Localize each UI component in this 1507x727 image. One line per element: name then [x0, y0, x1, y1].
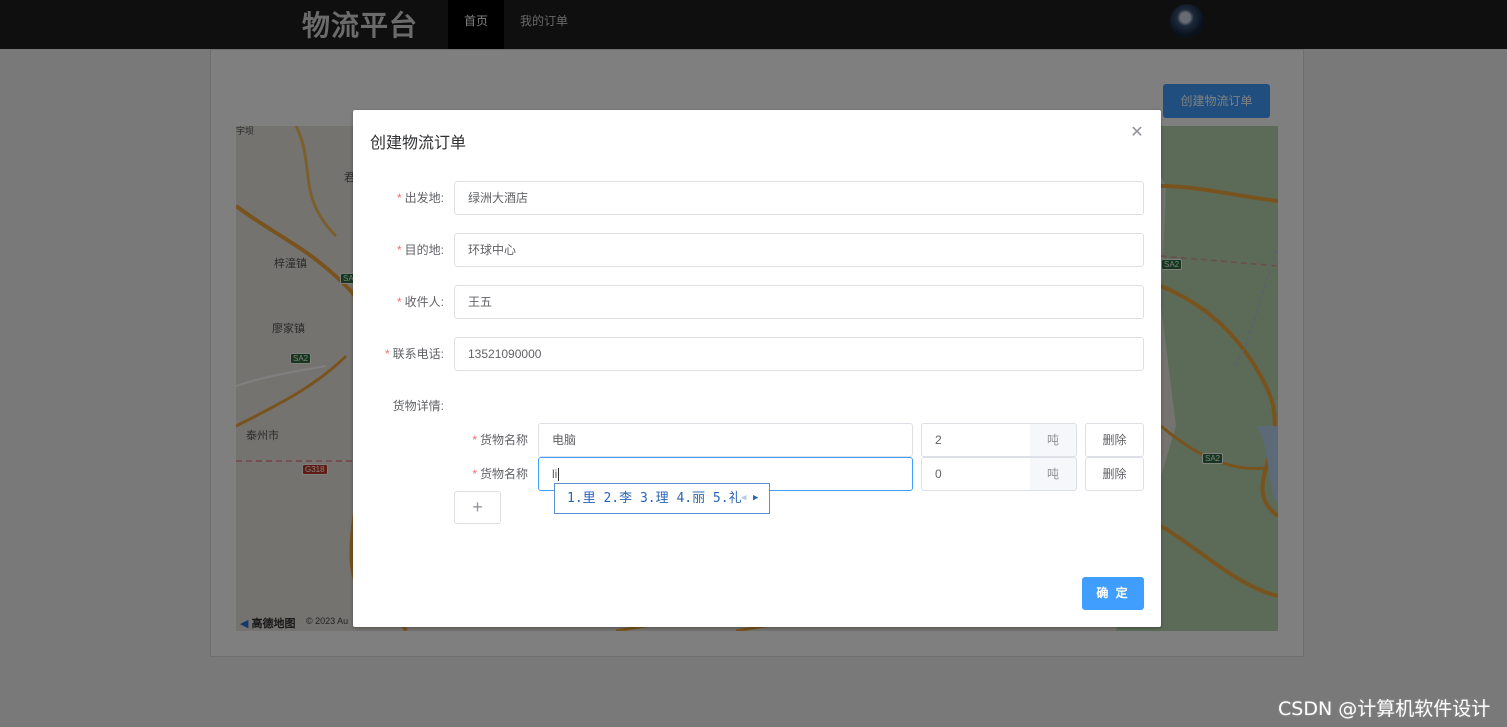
destination-label: * 目的地: — [353, 233, 444, 267]
origin-label: * 出发地: — [353, 181, 444, 215]
phone-label-text: 联系电话: — [392, 347, 444, 361]
ime-candidate-window[interactable]: 1.里 2.李 3.理 4.丽 5.礼 ◀ ▶ — [554, 483, 770, 514]
chevron-right-icon[interactable]: ▶ — [753, 484, 758, 513]
recipient-label: * 收件人: — [353, 285, 444, 319]
recipient-input[interactable]: 王五 — [454, 285, 1144, 319]
recipient-label-text: 收件人: — [404, 295, 444, 309]
dialog-title: 创建物流订单 — [370, 135, 467, 152]
ime-candidates[interactable]: 1.里 2.李 3.理 4.丽 5.礼 — [567, 491, 742, 506]
cargo-name-label-text: 货物名称 — [479, 433, 528, 447]
create-order-dialog: 创建物流订单 ✕ * 出发地: 绿洲大酒店 * 目的地: 环球中心 * 收件人: 王五… — [353, 110, 1161, 627]
delete-cargo-button[interactable]: 删除 — [1085, 423, 1144, 457]
destination-input[interactable]: 环球中心 — [454, 233, 1144, 267]
delete-cargo-button[interactable]: 删除 — [1085, 457, 1144, 491]
cargo-quantity-input[interactable]: 2 — [921, 423, 1031, 457]
cargo-name-label: * 货物名称 — [437, 423, 528, 457]
text-caret — [558, 468, 560, 482]
phone-label: * 联系电话: — [353, 337, 444, 371]
required-mark: * — [384, 347, 390, 361]
add-cargo-button[interactable]: + — [454, 491, 501, 524]
origin-label-text: 出发地: — [404, 191, 444, 205]
cargo-quantity-input[interactable]: 0 — [921, 457, 1031, 491]
required-mark: * — [472, 467, 477, 481]
phone-input[interactable]: 13521090000 — [454, 337, 1144, 371]
chevron-left-icon[interactable]: ◀ — [741, 484, 746, 513]
composition-text: li — [552, 467, 558, 481]
close-icon[interactable]: ✕ — [1130, 125, 1144, 141]
cargo-name-label-text: 货物名称 — [479, 467, 528, 481]
required-mark: * — [396, 191, 402, 205]
cargo-details-label: 货物详情: — [392, 399, 444, 413]
confirm-button[interactable]: 确 定 — [1082, 577, 1144, 610]
required-mark: * — [472, 433, 477, 447]
watermark: CSDN @计算机软件设计 — [1278, 698, 1491, 720]
cargo-name-label: * 货物名称 — [437, 457, 528, 491]
cargo-unit: 吨 — [1030, 423, 1077, 457]
origin-input[interactable]: 绿洲大酒店 — [454, 181, 1144, 215]
required-mark: * — [396, 295, 402, 309]
required-mark: * — [396, 243, 402, 257]
cargo-unit: 吨 — [1030, 457, 1077, 491]
cargo-name-input[interactable]: 电脑 — [538, 423, 913, 457]
destination-label-text: 目的地: — [404, 243, 444, 257]
